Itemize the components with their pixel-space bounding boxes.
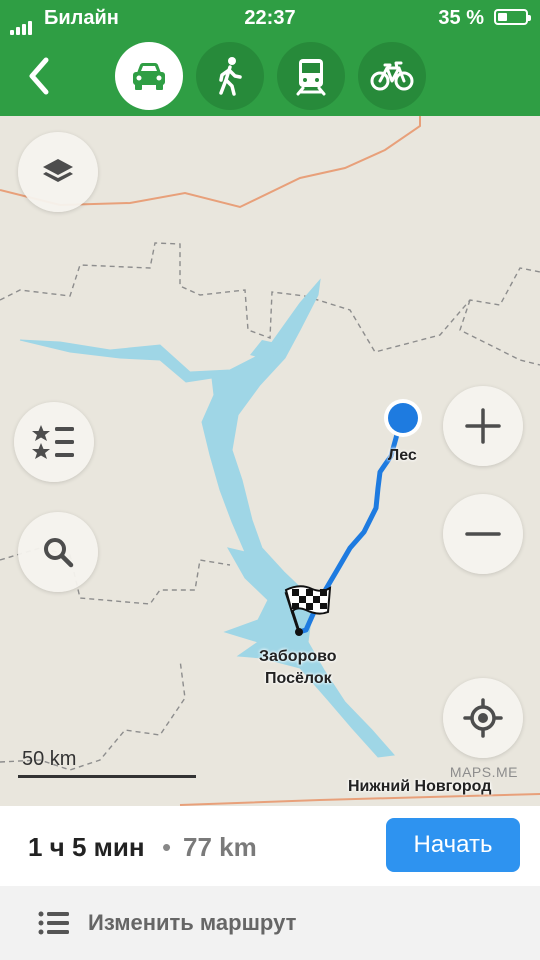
destination-label: Заборово (259, 648, 337, 665)
back-button[interactable] (14, 46, 64, 106)
car-icon (133, 63, 165, 90)
search-icon (44, 538, 74, 568)
my-location-button[interactable] (443, 678, 523, 758)
start-label: Лес (388, 447, 417, 464)
start-navigation-button[interactable]: Начать (386, 818, 520, 872)
route-distance: 77 km (183, 832, 257, 862)
zoom-out-button[interactable] (443, 494, 523, 574)
minus-icon (465, 532, 501, 536)
chevron-left-icon (29, 57, 49, 95)
plus-icon (465, 408, 501, 444)
battery-icon (494, 9, 531, 25)
battery-percent: 35 % (438, 7, 484, 29)
route-mode-toolbar (0, 36, 540, 116)
mode-walk-button[interactable] (196, 42, 264, 110)
status-bar: Билайн 22:37 35 % (0, 0, 540, 36)
city-label: Нижний Новгород (348, 778, 492, 795)
map-attribution: MAPS.ME (449, 764, 518, 780)
route-summary: 1 ч 5 мин • 77 km Начать (0, 806, 540, 886)
map-view[interactable]: Лес Заборово Посёлок Нижний Новгород 50 … (0, 116, 540, 806)
map-scale: 50 km (18, 748, 196, 778)
separator-dot: • (162, 832, 172, 862)
pedestrian-icon (219, 57, 242, 96)
mode-transit-button[interactable] (277, 42, 345, 110)
scale-text: 50 km (22, 748, 77, 770)
bookmarks-button[interactable] (14, 402, 94, 482)
zoom-in-button[interactable] (443, 386, 523, 466)
layers-button[interactable] (18, 132, 98, 212)
edit-route-button[interactable]: Изменить маршрут (0, 886, 540, 960)
location-target-icon (463, 698, 503, 738)
train-icon (296, 59, 326, 96)
starred-list-icon (32, 425, 74, 459)
list-icon (38, 911, 69, 935)
mode-car-button[interactable] (115, 42, 183, 110)
search-button[interactable] (18, 512, 98, 592)
scale-bar (18, 775, 196, 778)
edit-route-label: Изменить маршрут (88, 910, 297, 935)
layers-icon (43, 159, 73, 182)
mode-bike-button[interactable] (358, 42, 426, 110)
route-duration: 1 ч 5 мин (28, 832, 145, 862)
destination-sublabel: Посёлок (265, 670, 332, 687)
bicycle-icon (370, 61, 414, 91)
